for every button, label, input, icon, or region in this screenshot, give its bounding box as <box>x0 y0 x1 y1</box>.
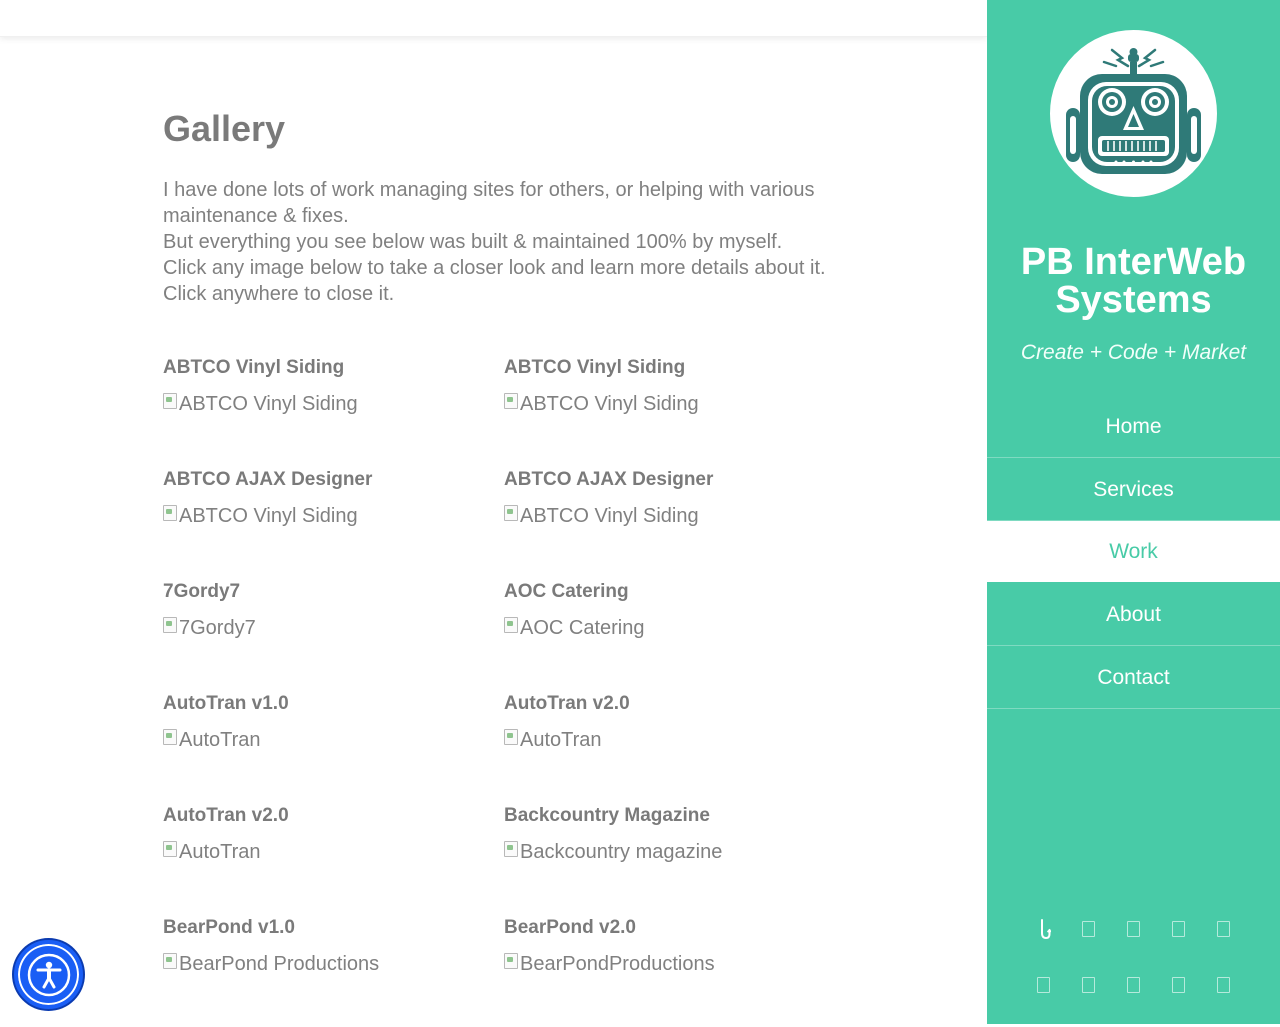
gallery-item[interactable]: ABTCO AJAX Designer ABTCO Vinyl Siding <box>163 467 504 579</box>
gallery-item[interactable]: ABTCO AJAX Designer ABTCO Vinyl Siding <box>504 467 845 579</box>
gallery-item[interactable]: AutoTran v2.0 AutoTran <box>504 691 845 803</box>
gallery-image[interactable]: AutoTran <box>163 727 504 753</box>
social-icon[interactable] <box>1172 974 1186 996</box>
broken-image-icon <box>504 617 518 633</box>
social-icon[interactable] <box>1082 974 1096 996</box>
social-icon[interactable] <box>1127 974 1141 996</box>
gallery-item-title: ABTCO AJAX Designer <box>163 469 373 490</box>
social-icon[interactable] <box>1037 974 1051 996</box>
gallery-item-title: AutoTran v1.0 <box>163 693 289 714</box>
brand-name[interactable]: PB InterWeb Systems <box>987 243 1280 319</box>
intro-text: I have done lots of work managing sites … <box>163 177 843 307</box>
gallery-item[interactable]: Backcountry Magazine Backcountry magazin… <box>504 803 845 915</box>
social-icon[interactable] <box>1127 918 1141 940</box>
broken-image-icon <box>504 953 518 969</box>
broken-image-icon <box>163 617 177 633</box>
gallery-item[interactable]: 7Gordy7 7Gordy7 <box>163 579 504 691</box>
main-nav: Home Services Work About Contact <box>987 395 1280 709</box>
gallery-item[interactable]: AutoTran v1.0 AutoTran <box>163 691 504 803</box>
robot-logo-icon[interactable] <box>1050 30 1217 197</box>
gallery-item-title: ABTCO Vinyl Siding <box>504 357 686 378</box>
gallery-image-alt: ABTCO Vinyl Siding <box>179 393 358 415</box>
nav-item-home[interactable]: Home <box>987 395 1280 458</box>
gallery-image-alt: BearPondProductions <box>520 953 715 975</box>
social-links-row <box>987 974 1280 996</box>
gallery-image-alt: AutoTran <box>520 729 602 751</box>
gallery-item-title: 7Gordy7 <box>163 581 241 602</box>
gallery-image-alt: ABTCO Vinyl Siding <box>520 505 699 527</box>
gallery-item-title: Backcountry Magazine <box>504 805 710 826</box>
gallery-image[interactable]: Backcountry magazine <box>504 839 845 865</box>
gallery-item-title: BearPond v1.0 <box>163 917 295 938</box>
gallery-row: 7Gordy7 7Gordy7 AOC Catering AOC Caterin… <box>163 579 863 691</box>
gallery-item-title: AutoTran v2.0 <box>504 693 630 714</box>
gallery-image[interactable]: AOC Catering <box>504 615 845 641</box>
brand-tagline: Create + Code + Market <box>1020 341 1247 364</box>
top-bar <box>0 0 987 37</box>
broken-image-icon <box>504 841 518 857</box>
accessibility-icon <box>27 953 70 996</box>
social-icon[interactable] <box>1082 918 1096 940</box>
gallery-image[interactable]: ABTCO Vinyl Siding <box>163 503 504 529</box>
gallery-image[interactable]: BearPondProductions <box>504 951 845 977</box>
gallery-image[interactable]: AutoTran <box>163 839 504 865</box>
broken-image-icon <box>163 841 177 857</box>
social-links-row <box>987 918 1280 940</box>
gallery-item-title: ABTCO Vinyl Siding <box>163 357 345 378</box>
intro-line: But everything you see below was built &… <box>163 231 783 253</box>
broken-image-icon <box>163 505 177 521</box>
gallery-row: AutoTran v1.0 AutoTran AutoTran v2.0 Aut… <box>163 691 863 803</box>
gallery-item[interactable]: ABTCO Vinyl Siding ABTCO Vinyl Siding <box>504 355 845 467</box>
gallery-item-title: BearPond v2.0 <box>504 917 636 938</box>
sidebar: PB InterWeb Systems Create + Code + Mark… <box>987 0 1280 1024</box>
gallery-item[interactable]: ABTCO Vinyl Siding ABTCO Vinyl Siding <box>163 355 504 467</box>
gallery-item[interactable]: AutoTran v2.0 AutoTran <box>163 803 504 915</box>
broken-image-icon <box>163 953 177 969</box>
gallery-item[interactable]: BearPond v1.0 BearPond Productions <box>163 915 504 1027</box>
gallery-image-alt: BearPond Productions <box>179 953 380 975</box>
gallery-image-alt: ABTCO Vinyl Siding <box>520 393 699 415</box>
gallery-image[interactable]: AutoTran <box>504 727 845 753</box>
gallery-image[interactable]: ABTCO Vinyl Siding <box>163 391 504 417</box>
hook-icon[interactable] <box>1037 918 1051 940</box>
gallery-image-alt: AutoTran <box>179 841 261 863</box>
gallery-item[interactable]: AOC Catering AOC Catering <box>504 579 845 691</box>
nav-item-work[interactable]: Work <box>987 521 1280 583</box>
gallery-grid: ABTCO Vinyl Siding ABTCO Vinyl Siding AB… <box>163 355 863 1027</box>
gallery-image[interactable]: ABTCO Vinyl Siding <box>504 503 845 529</box>
gallery-row: AutoTran v2.0 AutoTran Backcountry Magaz… <box>163 803 863 915</box>
main-content: Gallery I have done lots of work managin… <box>163 105 843 307</box>
page-title: Gallery <box>163 108 286 149</box>
social-icon[interactable] <box>1217 974 1231 996</box>
nav-item-contact[interactable]: Contact <box>987 646 1280 709</box>
nav-item-services[interactable]: Services <box>987 458 1280 521</box>
gallery-image[interactable]: ABTCO Vinyl Siding <box>504 391 845 417</box>
gallery-image-alt: AOC Catering <box>520 617 645 639</box>
accessibility-button[interactable] <box>14 940 83 1009</box>
nav-item-about[interactable]: About <box>987 583 1280 646</box>
social-icon[interactable] <box>1217 918 1231 940</box>
gallery-item-title: ABTCO AJAX Designer <box>504 469 714 490</box>
gallery-image-alt: Backcountry magazine <box>520 841 723 863</box>
intro-line: I have done lots of work managing sites … <box>163 179 815 227</box>
broken-image-icon <box>504 729 518 745</box>
broken-image-icon <box>163 393 177 409</box>
broken-image-icon <box>163 729 177 745</box>
gallery-image[interactable]: 7Gordy7 <box>163 615 504 641</box>
broken-image-icon <box>504 393 518 409</box>
gallery-image-alt: 7Gordy7 <box>179 617 256 639</box>
gallery-image-alt: ABTCO Vinyl Siding <box>179 505 358 527</box>
gallery-row: ABTCO Vinyl Siding ABTCO Vinyl Siding AB… <box>163 355 863 467</box>
gallery-item-title: AOC Catering <box>504 581 629 602</box>
gallery-item-title: AutoTran v2.0 <box>163 805 289 826</box>
gallery-image[interactable]: BearPond Productions <box>163 951 504 977</box>
social-icon[interactable] <box>1172 918 1186 940</box>
broken-image-icon <box>504 505 518 521</box>
gallery-item[interactable]: BearPond v2.0 BearPondProductions <box>504 915 845 1027</box>
gallery-image-alt: AutoTran <box>179 729 261 751</box>
gallery-row: BearPond v1.0 BearPond Productions BearP… <box>163 915 863 1027</box>
intro-line: Click any image below to take a closer l… <box>163 257 826 305</box>
gallery-row: ABTCO AJAX Designer ABTCO Vinyl Siding A… <box>163 467 863 579</box>
